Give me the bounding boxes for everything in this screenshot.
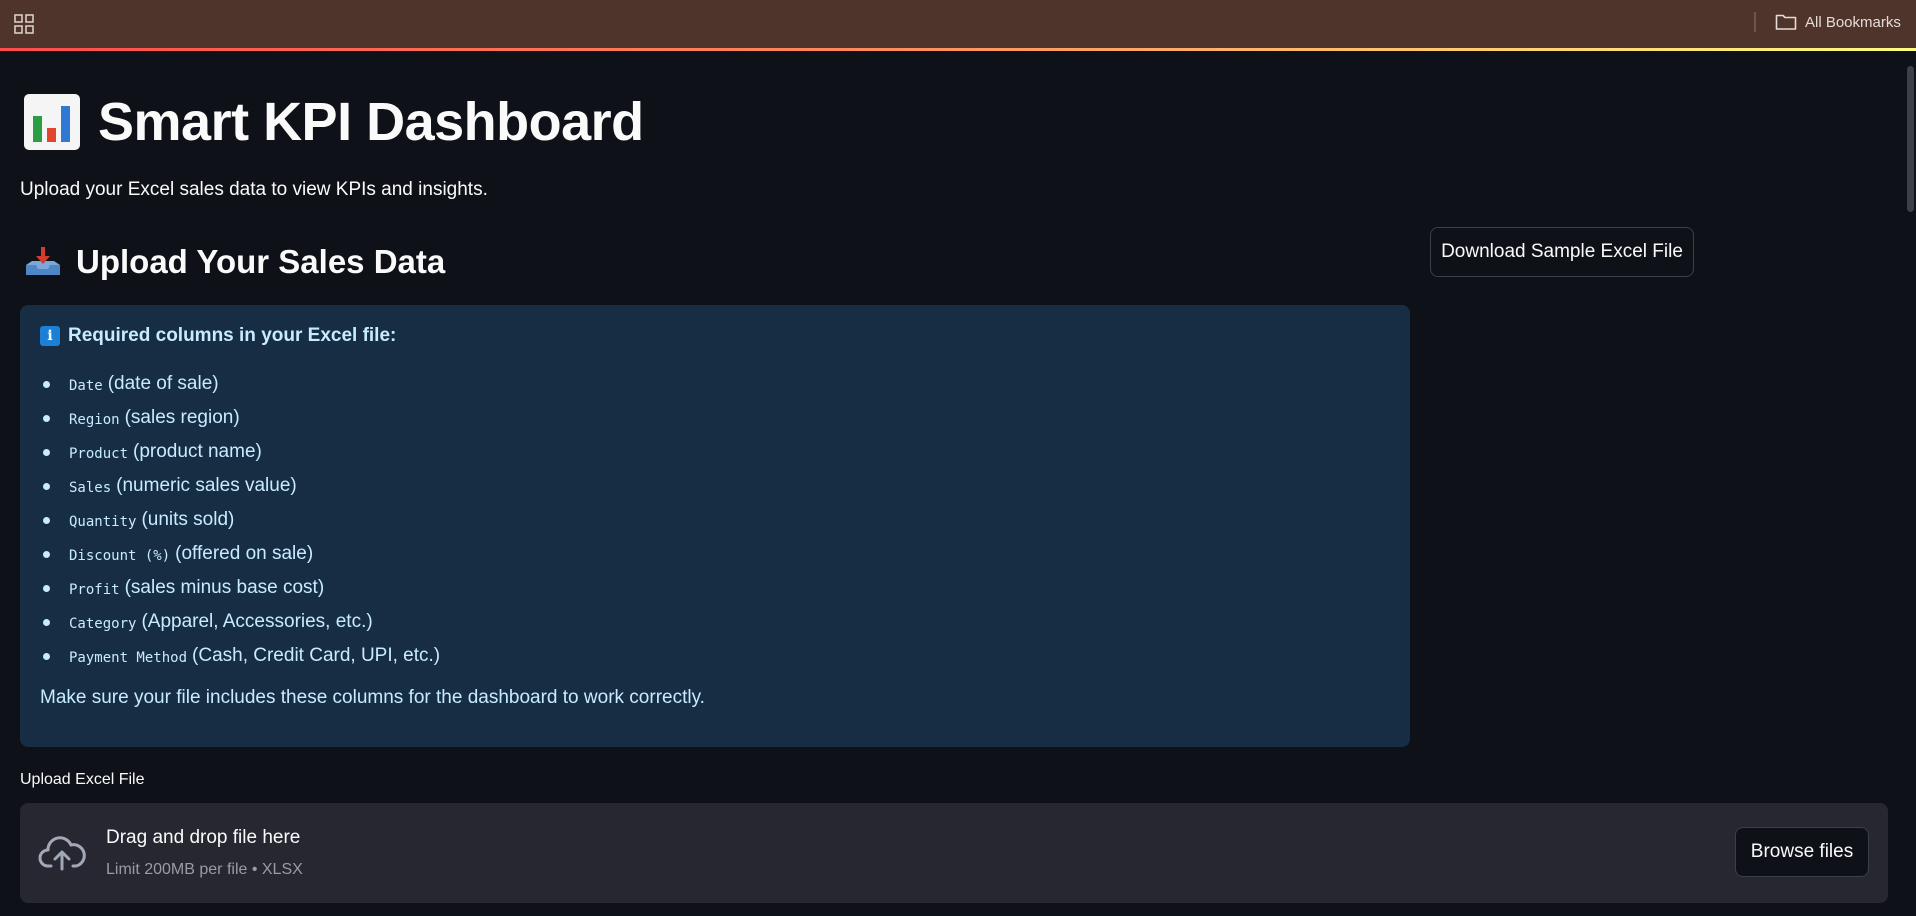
- list-item: Product (product name): [40, 435, 1390, 469]
- bar-chart-emoji-icon: [24, 94, 80, 150]
- info-footer-text: Make sure your file includes these colum…: [40, 687, 705, 708]
- list-item: Date (date of sale): [40, 367, 1390, 401]
- header-accent-line: [0, 48, 1916, 51]
- info-heading: i Required columns in your Excel file:: [40, 325, 1390, 347]
- column-description: (numeric sales value): [116, 475, 297, 496]
- column-name: Quantity: [69, 513, 137, 530]
- section-heading-text: Upload Your Sales Data: [76, 243, 446, 280]
- list-item: Region (sales region): [40, 401, 1390, 435]
- column-name: Region: [69, 411, 120, 428]
- column-description: (product name): [133, 441, 262, 462]
- column-name: Date: [69, 377, 103, 394]
- dropzone-instruction: Drag and drop file here: [106, 827, 301, 848]
- dropzone-limit-hint: Limit 200MB per file • XLSX: [106, 861, 303, 878]
- column-description: (Cash, Credit Card, UPI, etc.): [192, 645, 441, 666]
- column-name: Profit: [69, 581, 120, 598]
- list-item: Profit (sales minus base cost): [40, 571, 1390, 605]
- info-icon: i: [40, 326, 60, 346]
- list-item: Quantity (units sold): [40, 503, 1390, 537]
- column-description: (offered on sale): [175, 543, 314, 564]
- upload-section-heading: Upload Your Sales Data: [24, 243, 445, 281]
- folder-icon: [1775, 14, 1797, 30]
- page-title: Smart KPI Dashboard: [24, 91, 644, 153]
- column-description: (sales region): [124, 407, 240, 428]
- column-description: (sales minus base cost): [124, 577, 325, 598]
- column-name: Sales: [69, 479, 112, 496]
- download-sample-button[interactable]: Download Sample Excel File: [1430, 227, 1694, 277]
- list-item: Category (Apparel, Accessories, etc.): [40, 605, 1390, 639]
- list-item: Sales (numeric sales value): [40, 469, 1390, 503]
- bookmarks-divider: [1754, 12, 1756, 32]
- column-description: (units sold): [141, 509, 235, 530]
- column-name: Product: [69, 445, 129, 462]
- browse-files-button[interactable]: Browse files: [1735, 827, 1869, 877]
- upload-field-label: Upload Excel File: [20, 771, 145, 788]
- page-subtitle: Upload your Excel sales data to view KPI…: [20, 179, 488, 200]
- scrollbar-thumb[interactable]: [1907, 66, 1914, 212]
- column-name: Category: [69, 615, 137, 632]
- list-item: Payment Method (Cash, Credit Card, UPI, e…: [40, 639, 1390, 673]
- column-description: (date of sale): [107, 373, 219, 394]
- browser-bookmarks-bar: All Bookmarks: [0, 0, 1916, 48]
- cloud-upload-icon: [38, 836, 86, 871]
- apps-grid-icon[interactable]: [14, 14, 34, 34]
- column-name: Discount (%): [69, 547, 171, 564]
- file-dropzone[interactable]: Drag and drop file here Limit 200MB per …: [20, 803, 1888, 903]
- list-item: Discount (%) (offered on sale): [40, 537, 1390, 571]
- required-columns-info-box: i Required columns in your Excel file: D…: [20, 305, 1410, 747]
- info-heading-text: Required columns in your Excel file:: [68, 325, 397, 346]
- column-description: (Apparel, Accessories, etc.): [141, 611, 373, 632]
- required-columns-list: Date (date of sale) Region (sales region) …: [40, 367, 1390, 673]
- page-title-text: Smart KPI Dashboard: [98, 92, 644, 152]
- all-bookmarks-label: All Bookmarks: [1805, 13, 1901, 31]
- all-bookmarks-button[interactable]: All Bookmarks: [1775, 10, 1901, 34]
- inbox-tray-icon: [26, 247, 60, 275]
- column-name: Payment Method: [69, 649, 188, 666]
